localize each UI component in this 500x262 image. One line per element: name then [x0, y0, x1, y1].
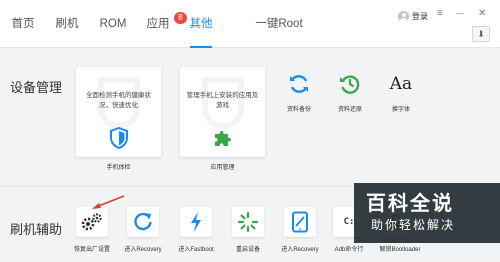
- tool-enter-recovery-2[interactable]: [284, 207, 316, 237]
- tool-data-restore[interactable]: 资料还原: [325, 70, 375, 113]
- close-icon[interactable]: ✕: [478, 8, 486, 20]
- tool-change-font-label: 换字体: [391, 107, 410, 113]
- tool-factory-reset[interactable]: [76, 207, 108, 237]
- tab-apps[interactable]: 应用 8: [141, 0, 187, 48]
- card-app-manager[interactable]: 管理手机上安装的应用及游戏: [180, 67, 265, 157]
- section-title-device-mgmt: 设备管理: [10, 80, 63, 95]
- tab-home[interactable]: 首页: [6, 0, 40, 48]
- tab-other-label: 其他: [189, 18, 213, 30]
- terminal-icon: C:: [343, 217, 355, 227]
- tablet-icon: [292, 211, 308, 233]
- top-nav-bar: 首页 刷机 ROM 应用 8 其他 一键Root 登录 ≡ — ✕ ⬇: [0, 0, 500, 48]
- minimize-icon[interactable]: —: [456, 8, 464, 20]
- watermark-overlay: 百科全说 助你轻松解决: [354, 183, 500, 243]
- tab-flash[interactable]: 刷机: [50, 0, 84, 48]
- lightning-icon: [191, 212, 201, 232]
- card-app-manager-desc: 管理手机上安装的应用及游戏: [186, 92, 259, 109]
- tab-root-label: 一键Root: [255, 18, 303, 30]
- card-app-manager-caption: 应用管理: [210, 165, 235, 171]
- spinner-icon: [237, 211, 259, 233]
- watermark-title: 百科全说: [366, 193, 454, 215]
- font-icon: Aa: [387, 70, 415, 98]
- tool-reboot-device-label: 重启设备: [235, 247, 260, 253]
- tab-other[interactable]: 其他: [186, 0, 216, 48]
- tool-enter-fastboot-label: 进入Fastboot: [178, 247, 214, 253]
- card-phone-checkup-caption: 手机体检: [106, 165, 131, 171]
- puzzle-icon: [215, 131, 231, 146]
- tab-apps-label: 应用: [146, 18, 170, 30]
- login-button[interactable]: 登录: [398, 9, 428, 23]
- login-label: 登录: [412, 11, 428, 21]
- clock-restore-icon: [336, 70, 364, 98]
- tool-data-backup[interactable]: 资料备份: [274, 70, 324, 113]
- tool-unlock-bootloader-label: 解锁Bootloader: [379, 247, 421, 253]
- font-icon-glyph: Aa: [389, 74, 413, 94]
- gears-icon: [81, 213, 102, 231]
- watermark-subtitle: 助你轻松解决: [371, 218, 456, 232]
- avatar-icon: [398, 10, 409, 22]
- sync-backup-icon: [285, 70, 313, 98]
- card-phone-checkup[interactable]: 全面检测手机的健康状况，快速优化: [76, 67, 161, 157]
- tool-enter-recovery-label: 进入Recovery: [124, 247, 162, 253]
- tool-enter-recovery[interactable]: [127, 207, 159, 237]
- annotation-arrow: [92, 195, 125, 209]
- tool-enter-fastboot[interactable]: [180, 207, 212, 237]
- tab-rom-label: ROM: [99, 18, 127, 30]
- tool-data-restore-label: 资料还原: [337, 107, 362, 113]
- tab-rom[interactable]: ROM: [96, 0, 130, 48]
- tab-flash-label: 刷机: [55, 18, 79, 30]
- tool-reboot-device[interactable]: [232, 207, 264, 237]
- download-icon: ⬇: [477, 28, 485, 39]
- tab-home-label: 首页: [11, 18, 35, 30]
- refresh-icon: [134, 212, 152, 231]
- section-title-flash-assist: 刷机辅助: [10, 222, 63, 237]
- download-button[interactable]: ⬇: [472, 26, 490, 42]
- tool-data-backup-label: 资料备份: [286, 107, 311, 113]
- menu-icon[interactable]: ≡: [437, 8, 443, 20]
- tab-one-key-root[interactable]: 一键Root: [246, 0, 312, 48]
- tool-change-font[interactable]: Aa 换字体: [376, 70, 426, 113]
- shield-icon: [110, 127, 128, 149]
- card-phone-checkup-desc: 全面检测手机的健康状况，快速优化: [86, 92, 151, 109]
